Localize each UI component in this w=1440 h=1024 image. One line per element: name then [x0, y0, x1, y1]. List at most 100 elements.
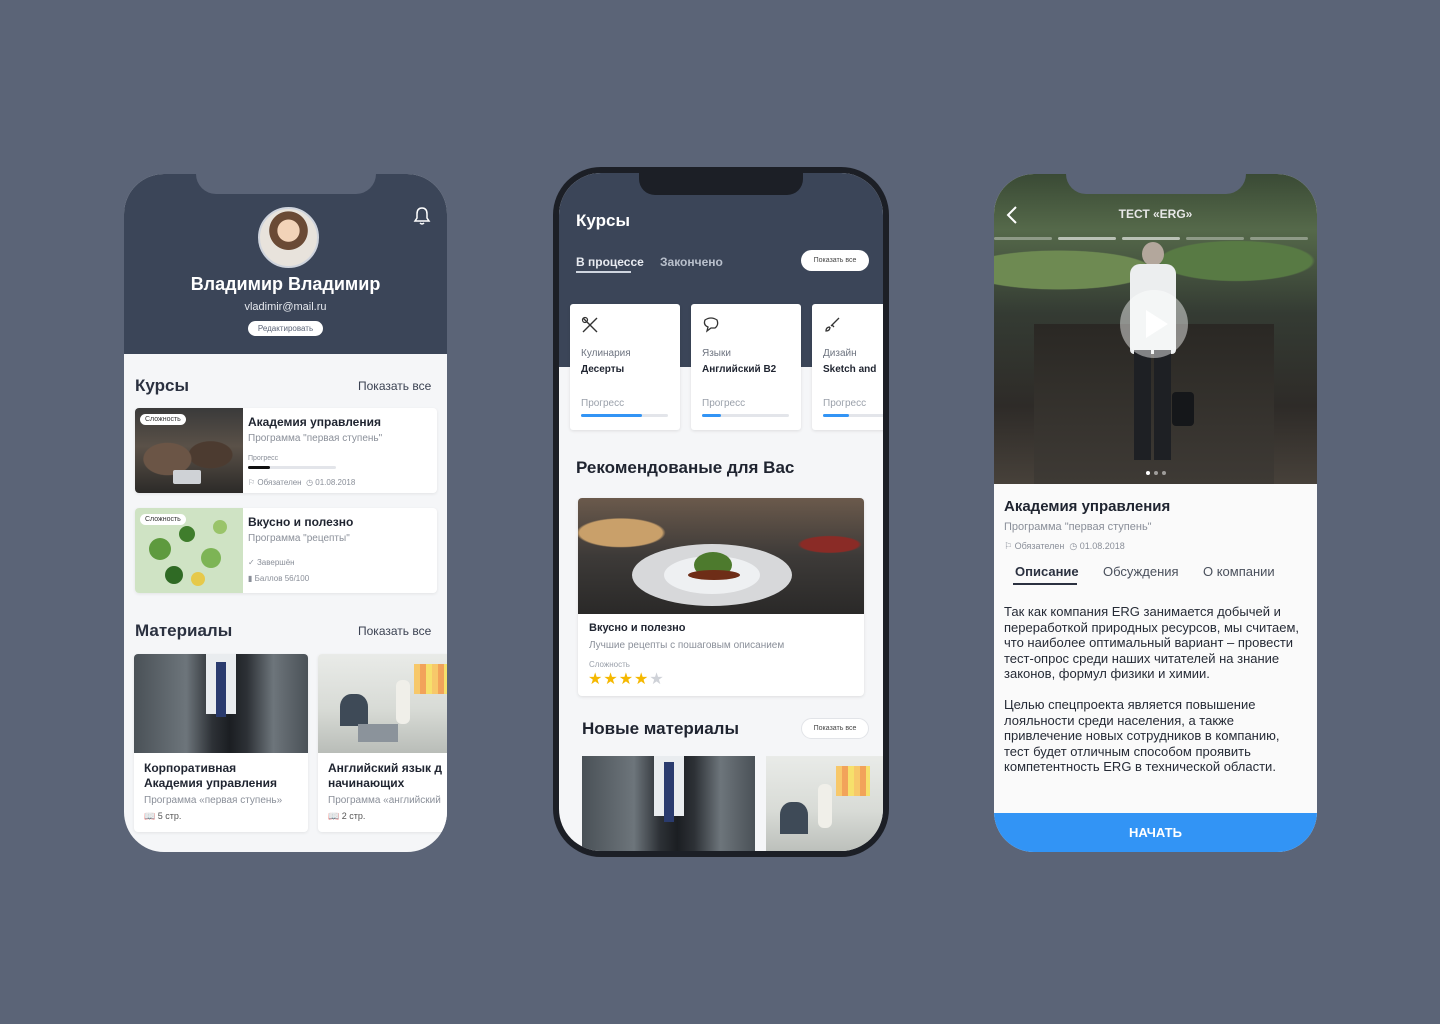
course-name: Десерты	[581, 364, 625, 375]
course-subtitle: Программа "первая ступень"	[1004, 521, 1152, 533]
active-tab-indicator	[576, 271, 631, 273]
recommended-image	[578, 498, 864, 614]
profile-email: vladimir@mail.ru	[244, 301, 327, 313]
material-subtitle: Программа «английский	[328, 795, 441, 806]
materials-section-title: Материалы	[135, 621, 233, 640]
new-materials-show-all-button[interactable]: Показать все	[801, 718, 869, 739]
course-name: Sketch and	[823, 364, 877, 375]
status-text: Завершён	[256, 558, 295, 567]
material-pages: 📖 5 стр.	[144, 811, 181, 822]
course-card[interactable]: Сложность Академия управления Программа …	[135, 408, 437, 493]
course-date: 01.08.2018	[1079, 541, 1125, 551]
course-subtitle: Программа "первая ступень"	[248, 433, 383, 444]
profile-screen: Владимир Владимир vladimir@mail.ru Редак…	[124, 174, 447, 852]
clock-icon: ◷	[1069, 541, 1078, 551]
course-category: Языки	[702, 348, 731, 359]
description-text: Так как компания ERG занимается добычей …	[1004, 604, 1300, 774]
progress-bar	[248, 466, 336, 469]
star-icon-filled: ★★★★	[588, 671, 650, 688]
tools-icon	[581, 316, 598, 333]
course-score: ▮ Баллов 56/100	[248, 574, 309, 583]
bar-chart-icon: ▮	[248, 574, 253, 583]
show-all-button[interactable]: Показать все	[801, 250, 869, 271]
difficulty-label: Сложность	[589, 660, 630, 669]
edit-profile-button[interactable]: Редактировать	[248, 321, 323, 336]
start-button[interactable]: НАЧАТЬ	[994, 813, 1317, 852]
laptop-shape	[173, 470, 201, 484]
difficulty-badge: Сложность	[140, 514, 186, 525]
book-icon: 📖	[328, 811, 340, 821]
test-detail-screen: ТЕСТ «ERG» Академия управления Программа…	[994, 174, 1317, 852]
tab-about-company[interactable]: О компании	[1203, 564, 1275, 579]
book-icon: 📖	[144, 811, 156, 821]
tab-discussions[interactable]: Обсуждения	[1103, 564, 1179, 579]
course-card[interactable]: Сложность Вкусно и полезно Программа "ре…	[135, 508, 437, 593]
progress-bar	[823, 414, 883, 417]
story-segment	[994, 237, 1052, 240]
progress-fill	[581, 414, 642, 417]
tab-finished[interactable]: Закончено	[660, 255, 723, 269]
story-segment	[1058, 237, 1116, 240]
course-name: Английский B2	[702, 364, 777, 375]
progress-label: Прогресс	[702, 398, 746, 409]
page-title: Курсы	[576, 211, 630, 230]
score-text: Баллов 56/100	[254, 574, 310, 583]
progress-bar	[702, 414, 789, 417]
course-progress-card[interactable]: Дизайн Sketch and Прогресс	[812, 304, 883, 430]
progress-label: Прогресс	[581, 398, 625, 409]
course-meta: ⚐ Обязателен ◷ 01.08.2018	[1004, 541, 1125, 552]
phone-notch	[1065, 174, 1246, 194]
course-title: Академия управления	[248, 415, 381, 429]
material-title: Корпоративная Академия управления	[144, 761, 277, 790]
clock-icon: ◷	[306, 478, 314, 487]
courses-show-all-link[interactable]: Показать все	[358, 379, 431, 393]
progress-fill	[702, 414, 722, 417]
brush-icon	[825, 317, 840, 332]
difficulty-badge: Сложность	[140, 414, 186, 425]
avatar[interactable]	[258, 207, 319, 268]
tab-description[interactable]: Описание	[1015, 564, 1079, 579]
material-card[interactable]: Корпоративная Академия управления Програ…	[134, 654, 308, 832]
star-rating: ★★★★★	[588, 669, 665, 689]
pages-count: 2 стр.	[341, 811, 366, 821]
phone-notch	[639, 173, 803, 195]
pages-count: 5 стр.	[157, 811, 182, 821]
course-category: Дизайн	[823, 348, 857, 359]
recommended-title: Рекомендованые для Вас	[576, 458, 795, 477]
progress-bar	[581, 414, 668, 417]
new-materials-title: Новые материалы	[582, 719, 740, 738]
required-text: Обязателен	[257, 478, 302, 487]
bell-icon[interactable]	[413, 206, 431, 226]
courses-screen: Курсы В процессе Закончено Показать все …	[559, 173, 883, 851]
material-pages: 📖 2 стр.	[328, 811, 365, 822]
page-title: ТЕСТ «ERG»	[1118, 207, 1193, 221]
recommended-card[interactable]: Вкусно и полезно Лучшие рецепты с пошаго…	[578, 498, 864, 696]
chat-icon	[703, 317, 719, 333]
course-subtitle: Программа "рецепты"	[248, 533, 350, 544]
video-hero[interactable]: ТЕСТ «ERG»	[994, 174, 1317, 484]
material-subtitle: Программа «первая ступень»	[144, 795, 283, 806]
progress-label: Прогресс	[248, 455, 279, 462]
course-category: Кулинария	[581, 348, 631, 359]
story-segment	[1122, 237, 1180, 240]
material-card[interactable]: Английский язык д начинающих Программа «…	[318, 654, 447, 832]
check-icon: ✓	[248, 558, 255, 567]
carousel-dots	[1146, 471, 1166, 475]
course-progress-card[interactable]: Кулинария Десерты Прогресс	[570, 304, 680, 430]
new-material-card[interactable]	[582, 756, 755, 851]
materials-show-all-link[interactable]: Показать все	[358, 624, 431, 638]
story-segment	[1250, 237, 1308, 240]
course-title: Академия управления	[1004, 498, 1171, 515]
progress-label: Прогресс	[823, 398, 867, 409]
course-progress-card[interactable]: Языки Английский B2 Прогресс	[691, 304, 801, 430]
course-meta: ⚐ Обязателен ◷ 01.08.2018	[248, 478, 355, 487]
active-tab-indicator	[1013, 583, 1077, 585]
play-button[interactable]	[1120, 290, 1188, 358]
progress-fill	[248, 466, 270, 469]
courses-section-title: Курсы	[135, 376, 189, 395]
flag-icon: ⚐	[248, 478, 256, 487]
progress-fill	[823, 414, 850, 417]
star-icon-empty: ★	[649, 671, 665, 688]
tab-in-progress[interactable]: В процессе	[576, 255, 644, 269]
new-material-card[interactable]	[766, 756, 883, 851]
